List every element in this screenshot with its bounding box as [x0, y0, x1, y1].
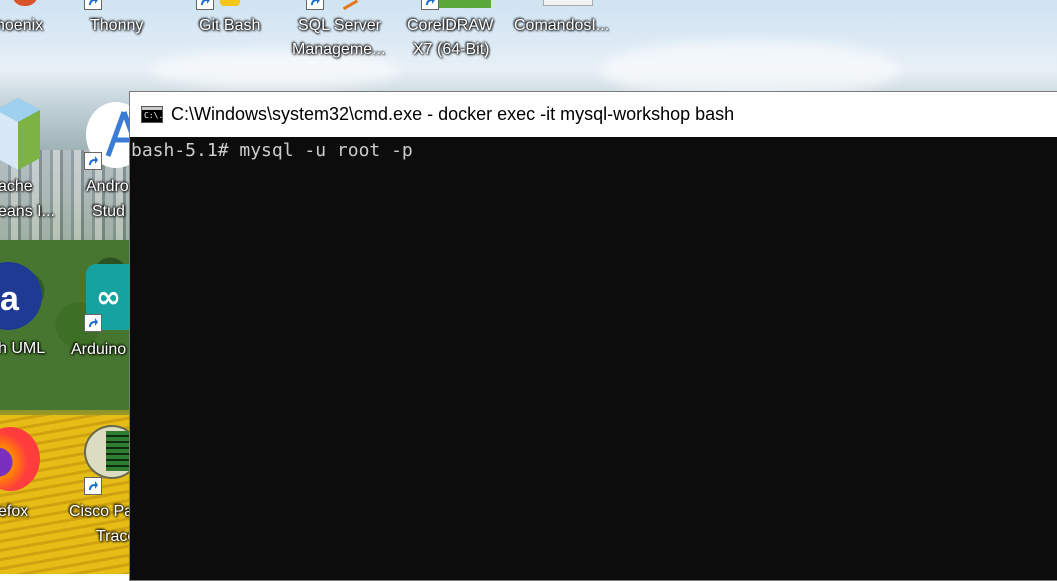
shortcut-arrow-icon [84, 477, 102, 495]
desktop-icon-firefox[interactable]: efox [0, 425, 60, 530]
shortcut-arrow-icon [421, 0, 439, 10]
desktop-icon-label: efox [0, 503, 29, 520]
shortcut-arrow-icon [84, 152, 102, 170]
desktop-icon-apache-netbeans[interactable]: ache eans I... [0, 98, 60, 228]
shortcut-arrow-icon [306, 0, 324, 10]
desktop-icon-label-line1: SQL Server [298, 17, 381, 34]
window-title: C:\Windows\system32\cmd.exe - docker exe… [171, 104, 735, 124]
astah-icon: a [0, 262, 42, 330]
desktop-icon-arduino[interactable]: ∞ Arduino [70, 262, 146, 367]
shortcut-arrow-icon [196, 0, 214, 10]
desktop-icon-label-line1: Cisco Pa [69, 503, 134, 520]
desktop-icon-label-line1: Andro [86, 178, 129, 195]
console-line: bash-5.1# mysql -u root -p [131, 140, 413, 161]
desktop-icon-phoenix[interactable]: hoenix [0, 0, 60, 40]
shortcut-arrow-icon [84, 0, 102, 10]
document-icon [543, 0, 593, 6]
console-output[interactable]: bash-5.1# mysql -u root -p [130, 137, 1057, 580]
git-bash-icon [220, 0, 240, 6]
desktop-icon-label-line2: eans I... [0, 203, 55, 220]
cmd-window[interactable]: C:\. C:\Windows\system32\cmd.exe - docke… [129, 91, 1057, 581]
cmd-icon: C:\. [141, 106, 163, 123]
firefox-icon [0, 427, 40, 491]
desktop-icon-cisco-packet-tracer[interactable]: Cisco Pa Trace [66, 425, 140, 555]
desktop-icon-coreldraw[interactable]: CorelDRAW X7 (64-Bit) [405, 0, 505, 64]
desktop-icon-label: hoenix [0, 17, 44, 34]
desktop-icon-label: Git Bash [199, 17, 261, 34]
desktop-icon-git-bash[interactable]: Git Bash [190, 0, 280, 40]
phoenix-icon [12, 0, 38, 6]
desktop-icon-label: ComandosI... [514, 17, 610, 34]
shortcut-arrow-icon [84, 314, 102, 332]
desktop-icon-thonny[interactable]: Thonny [80, 0, 160, 40]
sql-server-icon [337, 0, 359, 11]
desktop-icon-android-studio[interactable]: Andro Stud [80, 98, 146, 228]
desktop-icon-label-line2: Manageme... [292, 41, 386, 58]
desktop-icon-comandos[interactable]: ComandosI... [510, 0, 625, 40]
desktop-icon-astah-uml[interactable]: a h UML [0, 260, 60, 365]
desktop-icon-label-line2: Stud [92, 203, 125, 220]
coreldraw-icon [439, 0, 491, 8]
desktop-icon-label-line2: X7 (64-Bit) [413, 41, 490, 58]
netbeans-icon [0, 98, 40, 170]
desktop-icon-label: Arduino [71, 341, 127, 358]
desktop-icon-label-line1: ache [0, 178, 33, 195]
desktop-icon-label-line1: CorelDRAW [407, 17, 494, 34]
desktop-icon-label: Thonny [90, 17, 144, 34]
desktop-icon-sql-server[interactable]: SQL Server Manageme... [290, 0, 400, 64]
desktop-icon-label: h UML [0, 340, 46, 357]
window-titlebar[interactable]: C:\. C:\Windows\system32\cmd.exe - docke… [130, 92, 1057, 137]
